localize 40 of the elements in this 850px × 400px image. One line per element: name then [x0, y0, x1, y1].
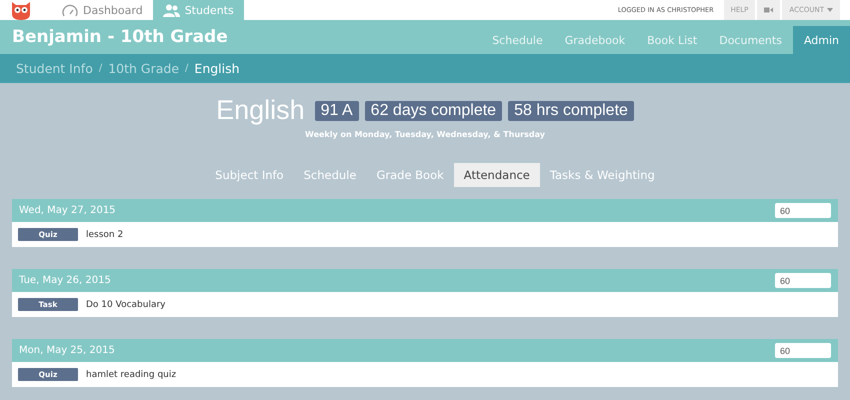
subject-name: English — [216, 95, 305, 126]
gauge-icon — [62, 4, 78, 16]
minutes-field[interactable]: 60 — [775, 273, 831, 288]
users-icon — [162, 4, 180, 16]
header-nav-item[interactable]: Schedule — [481, 26, 554, 54]
minutes-field[interactable]: 60 — [775, 203, 831, 218]
subject-tab[interactable]: Subject Info — [205, 163, 294, 187]
stat-badge: 91 A — [314, 100, 359, 120]
subject-tab[interactable]: Grade Book — [366, 163, 454, 187]
day-date: Tue, May 26, 2015 — [19, 275, 111, 286]
header-nav-item[interactable]: Gradebook — [554, 26, 636, 54]
subject-tab[interactable]: Schedule — [294, 163, 366, 187]
day-date: Wed, May 27, 2015 — [19, 205, 116, 216]
nav-tab-label: Dashboard — [83, 4, 143, 16]
nav-tab[interactable]: Students — [152, 0, 244, 20]
item-title: hamlet reading quiz — [86, 370, 176, 380]
header-nav-item[interactable]: Documents — [708, 26, 793, 54]
breadcrumb-link[interactable]: 10th Grade — [108, 61, 180, 76]
caret-icon — [827, 8, 833, 12]
camera-icon — [764, 7, 774, 13]
breadcrumb-link[interactable]: Student Info — [16, 61, 93, 76]
breadcrumb-link[interactable]: English — [194, 61, 240, 76]
subject-tab[interactable]: Tasks & Weighting — [540, 163, 665, 187]
minutes-field[interactable]: 60 — [775, 343, 831, 358]
nav-tab-label: Students — [184, 4, 234, 16]
video-button[interactable] — [757, 0, 780, 20]
breadcrumb-separator: / — [98, 63, 102, 74]
student-title: Benjamin - 10th Grade — [12, 27, 229, 47]
item-title: Do 10 Vocabulary — [86, 300, 166, 310]
owl-logo[interactable] — [10, 0, 32, 20]
breadcrumb-separator: / — [185, 63, 188, 74]
stat-badge: 62 days complete — [364, 100, 502, 120]
day-date: Mon, May 25, 2015 — [19, 345, 115, 356]
header-nav-item[interactable]: Admin — [792, 26, 850, 54]
subject-tab[interactable]: Attendance — [454, 163, 540, 187]
stat-badge: 58 hrs complete — [508, 100, 634, 120]
nav-tab[interactable]: Dashboard — [52, 0, 153, 20]
schedule-text: Weekly on Monday, Tuesday, Wednesday, & Thursday — [305, 130, 545, 139]
item-title: lesson 2 — [86, 230, 124, 240]
header-nav-item[interactable]: Book List — [636, 26, 708, 54]
